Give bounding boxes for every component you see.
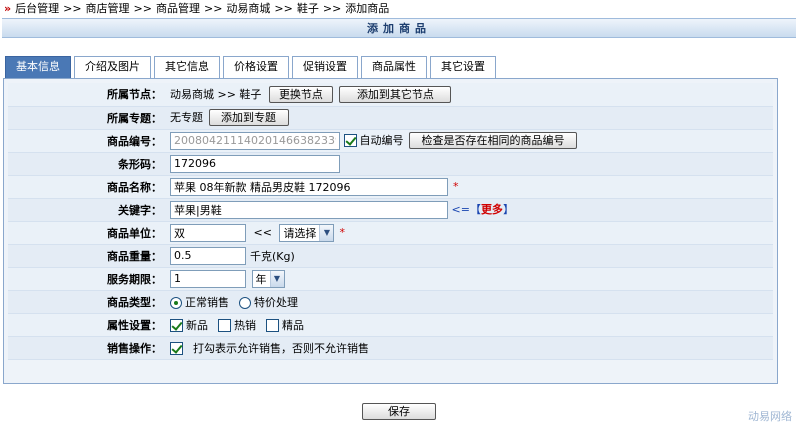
form-row-attrs: 属性设置： 新品 热销 精品 — [8, 313, 773, 337]
breadcrumb-separator: >> — [274, 2, 293, 15]
tab-basic-info[interactable]: 基本信息 — [5, 56, 71, 78]
breadcrumb: » 后台管理 >> 商店管理 >> 商品管理 >> 动易商城 >> 鞋子 >> 添加商品 — [0, 0, 798, 18]
tab-other-settings[interactable]: 其它设置 — [430, 56, 496, 78]
type-normal-label: 正常销售 — [185, 295, 229, 309]
form-row-barcode: 条形码： — [8, 152, 773, 176]
save-button[interactable]: 保存 — [362, 403, 436, 420]
auto-code-checkbox[interactable] — [343, 134, 357, 147]
service-period-select-value: 年 — [255, 272, 267, 286]
breadcrumb-item-admin[interactable]: 后台管理 — [15, 2, 59, 15]
allow-sale-checkbox[interactable] — [170, 342, 183, 355]
type-special-label: 特价处理 — [254, 295, 298, 309]
more-bracket-open: 【 — [469, 202, 481, 216]
node-label: 所属节点： — [8, 83, 166, 107]
more-text: 更多 — [480, 202, 503, 216]
required-marker: * — [339, 226, 345, 239]
node-path: 动易商城 >> 鞋子 — [170, 87, 262, 101]
weight-input[interactable] — [170, 246, 246, 265]
add-to-topic-button[interactable]: 添加到专题 — [208, 109, 289, 127]
unit-input[interactable] — [170, 223, 246, 242]
keywords-input[interactable] — [170, 200, 448, 219]
breadcrumb-item-shoes[interactable]: 鞋子 — [297, 2, 319, 15]
check-duplicate-code-button[interactable]: 检查是否存在相同的商品编号 — [409, 132, 577, 149]
attr-hot-checkbox[interactable] — [218, 319, 231, 332]
breadcrumb-item-current: 添加商品 — [345, 2, 390, 15]
name-label: 商品名称： — [8, 175, 166, 199]
more-keywords-link[interactable]: <=【更多】 — [452, 203, 514, 216]
add-to-other-node-button[interactable]: 添加到其它节点 — [339, 86, 452, 103]
product-code-input[interactable] — [170, 131, 340, 150]
keywords-label: 关键字： — [8, 198, 166, 222]
breadcrumb-separator: >> — [133, 2, 152, 15]
attr-new-checkbox[interactable] — [170, 319, 183, 332]
form-row-node: 所属节点： 动易商城 >> 鞋子 更换节点 添加到其它节点 — [8, 83, 773, 107]
code-label: 商品编号： — [8, 129, 166, 153]
form-row-service: 服务期限： 年▼ — [8, 267, 773, 291]
attr-best-checkbox[interactable] — [266, 319, 279, 332]
breadcrumb-item-shop[interactable]: 商店管理 — [86, 2, 130, 15]
form-row-topic: 所属专题： 无专题 添加到专题 — [8, 106, 773, 130]
topic-label: 所属专题： — [8, 106, 166, 130]
weight-unit: 千克(Kg) — [250, 249, 295, 263]
type-label: 商品类型： — [8, 290, 166, 314]
page-title: 添加商品 — [2, 18, 796, 38]
tab-bar: 基本信息 介绍及图片 其它信息 价格设置 促销设置 商品属性 其它设置 — [5, 56, 499, 78]
type-normal-radio[interactable] — [170, 296, 182, 309]
more-arrow: <= — [451, 202, 470, 216]
breadcrumb-item-products[interactable]: 商品管理 — [156, 2, 200, 15]
service-period-select[interactable]: 年 ▼ — [251, 269, 285, 288]
chevron-down-icon: ▼ — [269, 270, 284, 287]
form-row-keywords: 关键字： <=【更多】 — [8, 198, 773, 222]
unit-arrow: << — [253, 225, 272, 239]
weight-label: 商品重量： — [8, 244, 166, 268]
unit-label: 商品单位： — [8, 221, 166, 245]
form-row-sale: 销售操作： 打勾表示允许销售，否则不允许销售 — [8, 336, 773, 360]
unit-select-value: 请选择 — [283, 226, 317, 240]
tab-product-attributes[interactable]: 商品属性 — [361, 56, 427, 78]
barcode-label: 条形码： — [8, 152, 166, 176]
service-label: 服务期限： — [8, 267, 166, 291]
attrs-label: 属性设置： — [8, 313, 166, 337]
allow-sale-text: 打勾表示允许销售，否则不允许销售 — [193, 341, 369, 355]
breadcrumb-separator: >> — [63, 2, 82, 15]
attr-new-label: 新品 — [186, 318, 208, 332]
service-period-input[interactable] — [170, 269, 246, 288]
watermark-text: 动易网络 — [748, 410, 792, 422]
tab-price-settings[interactable]: 价格设置 — [223, 56, 289, 78]
form-row-name: 商品名称： * — [8, 175, 773, 199]
attr-best-label: 精品 — [282, 318, 304, 332]
breadcrumb-separator: >> — [322, 2, 342, 15]
breadcrumb-item-mall[interactable]: 动易商城 — [226, 2, 270, 15]
unit-select[interactable]: 请选择 ▼ — [279, 223, 335, 242]
required-marker: * — [453, 180, 459, 193]
product-form: 所属节点： 动易商城 >> 鞋子 更换节点 添加到其它节点 所属专题： 无专题 … — [8, 83, 773, 360]
change-node-button[interactable]: 更换节点 — [268, 86, 333, 103]
form-row-type: 商品类型： 正常销售 特价处理 — [8, 290, 773, 314]
tab-other-info[interactable]: 其它信息 — [154, 56, 220, 78]
product-name-input[interactable] — [170, 177, 448, 196]
breadcrumb-arrow-icon: » — [4, 2, 12, 15]
attr-hot-label: 热销 — [234, 318, 256, 332]
form-row-weight: 商品重量： 千克(Kg) — [8, 244, 773, 268]
breadcrumb-separator: >> — [203, 2, 223, 15]
auto-code-label: 自动编号 — [359, 133, 404, 147]
tab-intro-images[interactable]: 介绍及图片 — [74, 56, 151, 78]
form-panel: 所属节点： 动易商城 >> 鞋子 更换节点 添加到其它节点 所属专题： 无专题 … — [3, 78, 778, 384]
chevron-down-icon: ▼ — [319, 224, 334, 241]
form-row-code: 商品编号： 自动编号 检查是否存在相同的商品编号 — [8, 129, 773, 153]
more-bracket-close: 】 — [502, 202, 514, 216]
barcode-input[interactable] — [170, 154, 340, 173]
topic-value: 无专题 — [170, 110, 203, 124]
tab-promotion-settings[interactable]: 促销设置 — [292, 56, 358, 78]
form-row-unit: 商品单位： << 请选择▼ * — [8, 221, 773, 245]
type-special-radio[interactable] — [239, 296, 251, 309]
sale-label: 销售操作： — [8, 336, 166, 360]
